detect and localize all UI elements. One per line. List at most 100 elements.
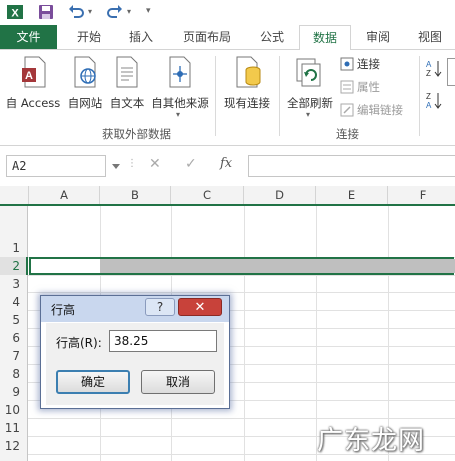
row-header-7[interactable]: 7 [0, 349, 28, 363]
gridline [28, 418, 455, 419]
redo-dropdown-icon[interactable]: ▾ [127, 7, 131, 16]
properties-label: 属性 [357, 80, 380, 94]
edit-links-button[interactable]: 编辑链接 [340, 100, 403, 120]
save-icon[interactable] [37, 3, 55, 21]
from-text-button[interactable]: 自文本 [106, 54, 148, 112]
row-header-10[interactable]: 10 [0, 403, 28, 417]
row-header-3[interactable]: 3 [0, 277, 28, 291]
group-label-connections: 连接 [336, 127, 359, 141]
column-header-e[interactable]: E [316, 186, 388, 204]
edit-links-label: 编辑链接 [357, 103, 403, 117]
undo-dropdown-icon[interactable]: ▾ [88, 7, 92, 16]
help-button[interactable]: ? [145, 298, 175, 316]
undo-icon[interactable] [67, 3, 85, 21]
refresh-all-label: 全部刷新 [287, 96, 333, 110]
from-web-label: 自网站 [67, 96, 103, 110]
from-web-button[interactable]: 自网站 [64, 54, 106, 112]
existing-connections-button[interactable]: 现有连接 [218, 54, 276, 112]
ribbon-tabs: 文件 开始 插入 页面布局 公式 数据 审阅 视图 [0, 25, 455, 51]
tab-review[interactable]: 审阅 [356, 25, 400, 49]
existing-connections-icon [236, 56, 261, 88]
access-db-icon: A [22, 56, 46, 88]
row-header-2[interactable]: 2 [0, 259, 28, 273]
tab-file[interactable]: 文件 [0, 25, 57, 49]
tab-insert[interactable]: 插入 [117, 25, 165, 49]
row-header-12[interactable]: 12 [0, 439, 28, 453]
formula-input[interactable] [248, 155, 455, 177]
group-divider [215, 56, 216, 136]
tab-data[interactable]: 数据 [299, 25, 351, 51]
edit-links-icon [340, 103, 354, 117]
group-divider [279, 56, 280, 136]
from-access-label: 自 Access [5, 96, 61, 110]
dialog-title: 行高 [51, 303, 76, 317]
gridline [28, 275, 455, 276]
refresh-icon [296, 58, 321, 87]
text-file-icon [116, 56, 138, 88]
connections-button[interactable]: 连接 [340, 54, 380, 74]
dialog-body: 行高(R): 38.25 确定 取消 [46, 323, 224, 405]
cancel-button[interactable]: 取消 [141, 370, 215, 394]
connections-icon [340, 57, 354, 71]
svg-text:A: A [426, 60, 432, 69]
row-height-dialog: 行高 ? ✕ 行高(R): 38.25 确定 取消 [40, 295, 230, 409]
svg-text:X: X [11, 8, 19, 20]
from-text-label: 自文本 [109, 96, 145, 110]
select-all-corner[interactable] [0, 186, 29, 204]
connections-label: 连接 [357, 57, 380, 71]
title-bar: X ▾ ▾ ▾ [0, 0, 455, 25]
column-header-d[interactable]: D [244, 186, 316, 204]
from-other-sources-label: 自其他来源 [151, 96, 209, 110]
existing-connections-label: 现有连接 [224, 96, 270, 110]
tab-formulas[interactable]: 公式 [250, 25, 294, 49]
cancel-icon[interactable]: ✕ [149, 156, 161, 172]
watermark: 广东龙网 [317, 426, 426, 456]
group-label-get-external-data: 获取外部数据 [102, 127, 171, 141]
name-box[interactable]: A2 [6, 155, 106, 177]
row-header-11[interactable]: 11 [0, 421, 28, 435]
column-header-c[interactable]: C [171, 186, 244, 204]
chevron-down-icon: ▾ [306, 110, 311, 119]
row-height-input[interactable]: 38.25 [109, 330, 217, 352]
svg-text:Z: Z [426, 69, 431, 78]
web-icon [74, 56, 96, 88]
tab-home[interactable]: 开始 [65, 25, 113, 49]
enter-icon[interactable]: ✓ [185, 156, 197, 172]
gridline [244, 206, 245, 461]
other-sources-icon [169, 56, 191, 88]
insert-function-icon[interactable]: fx [220, 156, 232, 171]
row-header-9[interactable]: 9 [0, 385, 28, 399]
column-header-a[interactable]: A [29, 186, 100, 204]
row-header-6[interactable]: 6 [0, 331, 28, 345]
svg-text:A: A [426, 101, 432, 110]
dialog-title-bar[interactable]: 行高 ? ✕ [41, 296, 229, 322]
row-header-5[interactable]: 5 [0, 313, 28, 327]
formula-bar: A2 ⋮ ✕ ✓ fx [0, 146, 455, 186]
tab-view[interactable]: 视图 [408, 25, 452, 49]
column-header-f[interactable]: F [388, 186, 455, 204]
column-header-bar: A B C D E F [0, 186, 455, 206]
sort-descending-icon[interactable]: Z A [426, 90, 442, 110]
sort-ascending-icon[interactable]: A Z [426, 58, 442, 78]
row-header-1[interactable]: 1 [0, 241, 28, 255]
redo-icon[interactable] [106, 3, 124, 21]
row-header-4[interactable]: 4 [0, 295, 28, 309]
ribbon: A 自 Access 自网站 自文本 自其他来源 ▾ 获取外部数据 现有连接 全… [0, 50, 455, 146]
ok-button[interactable]: 确定 [56, 370, 130, 394]
tab-page-layout[interactable]: 页面布局 [172, 25, 242, 49]
refresh-all-button[interactable]: 全部刷新 ▾ [282, 54, 338, 124]
from-other-sources-button[interactable]: 自其他来源 ▾ [148, 54, 212, 124]
sort-button-edge[interactable] [447, 58, 455, 86]
svg-text:Z: Z [426, 92, 431, 101]
column-header-b[interactable]: B [100, 186, 171, 204]
close-button[interactable]: ✕ [178, 298, 222, 316]
from-access-button[interactable]: A 自 Access [2, 54, 64, 112]
customize-toolbar-icon[interactable]: ▾ [146, 6, 151, 16]
properties-icon [340, 80, 354, 94]
gridline [28, 292, 455, 293]
name-box-dropdown-icon[interactable] [112, 164, 120, 169]
group-divider [419, 56, 420, 136]
properties-button[interactable]: 属性 [340, 77, 380, 97]
resize-handle-icon[interactable]: ⋮ [127, 158, 137, 169]
row-header-8[interactable]: 8 [0, 367, 28, 381]
